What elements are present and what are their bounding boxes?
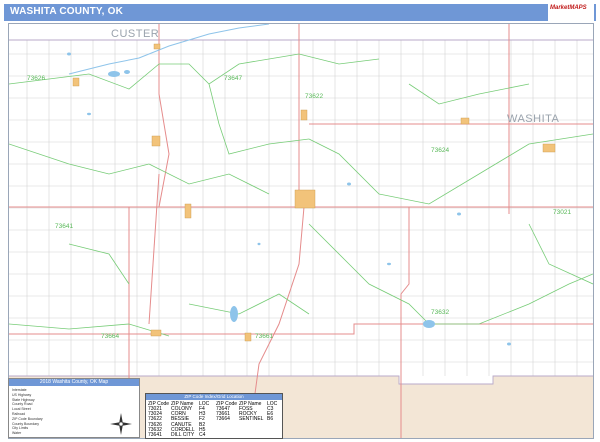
- publisher-logo: MarketMAPS: [548, 4, 594, 21]
- map-title: WASHITA COUNTY, OK: [10, 6, 124, 17]
- zip-index-title: ZIP Code Index/Grid Location: [146, 394, 282, 400]
- legend-item: Interstate: [12, 388, 27, 392]
- title-bar: WASHITA COUNTY, OK MarketMAPS: [4, 4, 596, 21]
- zip-table-cell: 73641: [148, 432, 162, 438]
- zip-code-label: 73622: [305, 93, 323, 100]
- zip-code-label: 73664: [101, 333, 119, 340]
- zip-code-label: 73632: [431, 309, 449, 316]
- legend-item: Local Street: [12, 407, 31, 412]
- zip-index-table: ZIP Code Index/Grid Location ZIP Code ZIP…: [145, 393, 283, 439]
- zip-table-cell: B6: [267, 416, 274, 423]
- water-features: [67, 52, 511, 346]
- zip-code-label: 73647: [224, 75, 242, 82]
- zip-code-label: 73021: [553, 209, 571, 216]
- legend-item: Water: [12, 431, 22, 436]
- legend-item: State Highway: [12, 397, 35, 402]
- zip-table-cell: DILL CITY: [171, 432, 195, 438]
- zip-table-cell: C4: [199, 432, 206, 438]
- map-canvas[interactable]: CUSTER WASHITA 73626 73647 73622 73624 73641…: [8, 23, 594, 439]
- cities: [72, 43, 556, 342]
- legend-item: ZIP Code Boundary: [12, 416, 43, 421]
- legend-title: 2018 Washita County, OK Map: [9, 379, 139, 386]
- county-label-east: WASHITA: [507, 113, 560, 125]
- zip-code-label: 73661: [255, 333, 273, 340]
- zip-code-label: 73624: [431, 147, 449, 154]
- map-frame: WASHITA COUNTY, OK MarketMAPS CUSTER WAS…: [0, 0, 600, 442]
- logo-text: MarketMAPS: [550, 5, 587, 11]
- compass-rose-icon: [110, 413, 132, 435]
- legend-item: County Boundary: [12, 421, 40, 426]
- zip-code-label: 73626: [27, 75, 45, 82]
- zip-table-cell: SENTINEL: [239, 416, 264, 423]
- river: [68, 24, 270, 75]
- legend-item: County Road: [12, 402, 33, 407]
- county-boundaries: [9, 39, 593, 385]
- legend-item: City Limits: [12, 426, 29, 431]
- map-svg: CUSTER WASHITA 73626 73647 73622 73624 73641…: [9, 24, 593, 438]
- zip-table-cell: 73664: [216, 416, 230, 423]
- county-label-north: CUSTER: [111, 28, 159, 40]
- legend-item: Railroad: [12, 412, 26, 416]
- zip-code-label: 73641: [55, 223, 73, 230]
- legend-item: US Highway: [12, 392, 32, 397]
